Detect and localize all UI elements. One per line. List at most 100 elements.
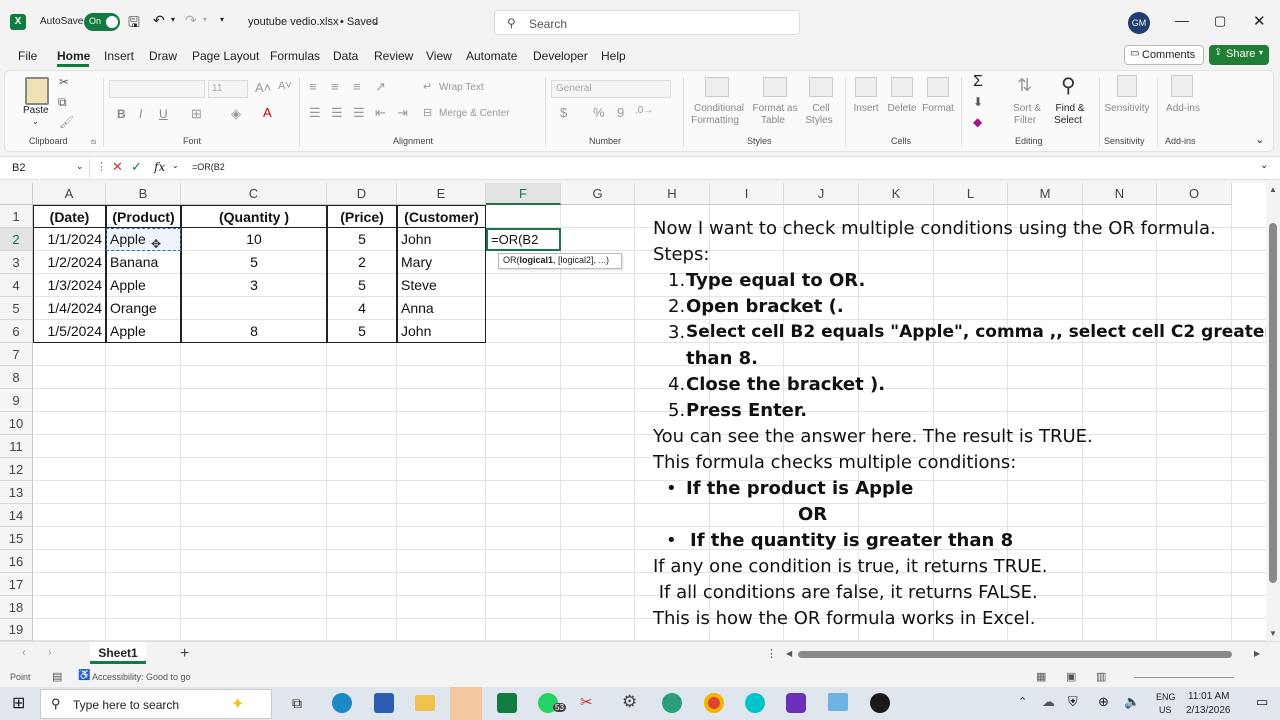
autosum-icon[interactable]: Σ: [973, 73, 983, 91]
column-header-h[interactable]: H: [635, 183, 710, 205]
row-header-13[interactable]: 13: [0, 481, 33, 504]
conditional-formatting-label-2[interactable]: Formatting: [685, 115, 745, 126]
comma-button[interactable]: 9: [617, 105, 624, 120]
excel-taskbar-icon[interactable]: [497, 693, 517, 713]
sort-filter-label-2[interactable]: Filter: [1003, 115, 1047, 126]
sort-filter-label[interactable]: Sort &: [1005, 103, 1049, 114]
sensitivity-label[interactable]: Sensitivity: [1099, 103, 1155, 114]
bold-button[interactable]: B: [117, 107, 126, 121]
notification-icon[interactable]: ▭: [1256, 694, 1268, 710]
edge-beta-icon[interactable]: [662, 693, 682, 713]
table-header-cell[interactable]: (Price): [327, 205, 397, 228]
file-name[interactable]: youtube vedio.xlsx: [248, 16, 339, 28]
save-icon[interactable]: 🖫: [128, 12, 140, 36]
merge-center-icon[interactable]: ⊟: [423, 106, 432, 119]
saved-chevron-icon[interactable]: ⌄: [372, 16, 380, 27]
sheet-next-icon[interactable]: ›: [48, 647, 52, 659]
app-icon-active[interactable]: [450, 687, 482, 720]
indent-decrease-icon[interactable]: ⇤: [375, 105, 386, 121]
row-header-2[interactable]: 2: [0, 228, 33, 251]
canva-icon[interactable]: [745, 693, 765, 713]
currency-button[interactable]: $: [560, 105, 567, 120]
table-header-cell[interactable]: (Customer): [397, 205, 486, 228]
increase-decimal-icon[interactable]: .0→: [635, 105, 653, 116]
sensitivity-icon[interactable]: [1117, 75, 1137, 97]
recorder-icon[interactable]: [870, 693, 890, 713]
insert-cells-label[interactable]: Insert: [847, 103, 885, 114]
expand-formula-icon[interactable]: ⌄: [1260, 160, 1268, 171]
tab-automate[interactable]: Automate: [466, 49, 517, 63]
file-explorer-icon[interactable]: [415, 695, 435, 711]
collapse-ribbon-icon[interactable]: ⌄: [1255, 133, 1264, 146]
tab-view[interactable]: View: [426, 49, 452, 63]
add-sheet-button[interactable]: +: [180, 645, 189, 663]
sheet-tab-sheet1[interactable]: Sheet1: [90, 642, 146, 664]
search-box[interactable]: ⚲ Search: [494, 10, 800, 35]
column-header-o[interactable]: O: [1157, 183, 1232, 205]
insert-function-icon[interactable]: fx: [154, 160, 165, 174]
hscroll-left-icon[interactable]: ◀: [786, 649, 792, 658]
snipping-icon[interactable]: ✂: [580, 693, 593, 711]
column-header-k[interactable]: K: [859, 183, 934, 205]
fill-color-icon[interactable]: ◈: [231, 106, 241, 122]
sort-filter-icon[interactable]: ⇅: [1017, 75, 1032, 96]
undo-icon[interactable]: ↶: [153, 12, 165, 29]
accessibility-icon[interactable]: ♿: [78, 670, 90, 681]
row-header-19[interactable]: 19: [0, 619, 33, 641]
insert-cells-icon[interactable]: [855, 77, 877, 97]
find-select-icon[interactable]: ⚲: [1061, 73, 1076, 98]
clock-time[interactable]: 11:01 AM: [1188, 691, 1230, 702]
avatar[interactable]: GM: [1128, 12, 1150, 34]
language-top[interactable]: ENG: [1156, 692, 1176, 702]
power-automate-icon[interactable]: [374, 693, 394, 713]
clipboard-launcher-icon[interactable]: ⧅: [91, 137, 96, 147]
table-cell[interactable]: 5: [327, 320, 397, 343]
vertical-scrollbar[interactable]: ▲ ▼: [1266, 183, 1280, 641]
table-cell[interactable]: John: [397, 320, 486, 343]
row-header-4[interactable]: 4: [0, 274, 33, 297]
table-cell[interactable]: Orange: [106, 297, 181, 320]
show-hidden-icon[interactable]: ⌃: [1018, 695, 1027, 708]
chrome-icon[interactable]: [704, 693, 724, 713]
tab-help[interactable]: Help: [601, 49, 626, 63]
row-header-3[interactable]: 3: [0, 251, 33, 274]
format-cells-icon[interactable]: [927, 77, 949, 97]
cell-styles-icon[interactable]: [809, 77, 833, 97]
align-left-icon[interactable]: ☰: [309, 105, 321, 121]
table-cell[interactable]: [181, 297, 327, 320]
redo-icon[interactable]: ↷: [185, 12, 197, 29]
maximize-icon[interactable]: ▢: [1214, 13, 1226, 29]
table-cell[interactable]: 1/2/2024: [33, 251, 106, 274]
font-size-box[interactable]: 11: [208, 80, 248, 98]
table-cell[interactable]: 1/1/2024: [33, 228, 106, 251]
row-header-15[interactable]: 15: [0, 527, 33, 550]
row-header-17[interactable]: 17: [0, 573, 33, 596]
align-bottom-icon[interactable]: ≡: [353, 79, 361, 94]
enter-icon[interactable]: ✓: [131, 159, 142, 175]
find-select-label-2[interactable]: Select: [1043, 115, 1093, 126]
align-middle-icon[interactable]: ≡: [331, 79, 339, 94]
indent-increase-icon[interactable]: ⇥: [397, 105, 408, 121]
macro-icon[interactable]: ▤: [52, 670, 62, 683]
column-header-a[interactable]: A: [33, 183, 106, 205]
number-format-box[interactable]: General: [551, 80, 671, 98]
format-cells-label[interactable]: Format: [919, 103, 957, 114]
table-cell[interactable]: John: [397, 228, 486, 251]
customize-icon[interactable]: ▾: [220, 15, 224, 24]
wrap-text-label[interactable]: Wrap Text: [439, 82, 484, 93]
scroll-down-icon[interactable]: ▼: [1269, 629, 1277, 638]
table-cell[interactable]: 2: [327, 251, 397, 274]
delete-cells-label[interactable]: Delete: [883, 103, 921, 114]
column-header-g[interactable]: G: [561, 183, 635, 205]
normal-view-icon[interactable]: ▦: [1036, 670, 1046, 683]
select-all-corner[interactable]: [0, 183, 33, 205]
row-header-6[interactable]: 6: [0, 320, 33, 343]
hscroll-right-icon[interactable]: ▶: [1254, 649, 1260, 658]
tab-home[interactable]: Home: [57, 49, 90, 63]
cancel-icon[interactable]: ✕: [112, 159, 123, 175]
formula-content[interactable]: =OR(B2: [192, 162, 225, 172]
cell-styles-label[interactable]: Cell: [791, 103, 851, 114]
row-header-1[interactable]: 1: [0, 205, 33, 228]
align-top-icon[interactable]: ≡: [309, 79, 317, 94]
row-header-11[interactable]: 11: [0, 435, 33, 458]
